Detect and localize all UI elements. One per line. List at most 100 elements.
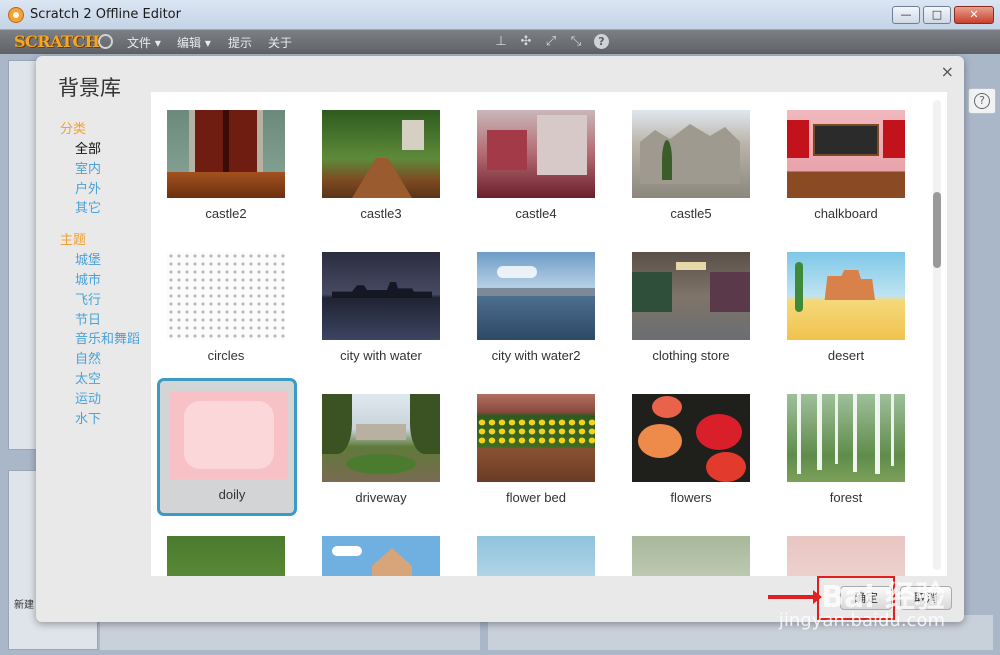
backdrop-tile-partial[interactable] (151, 520, 291, 576)
dialog-close-icon[interactable]: × (941, 62, 954, 81)
category-indoors[interactable]: 室内 (60, 158, 160, 178)
backdrop-thumbnail (167, 252, 285, 340)
backdrop-name: desert (827, 348, 865, 363)
backdrop-tile-flowers[interactable]: flowers (616, 378, 756, 516)
theme-flying[interactable]: 飞行 (60, 289, 160, 309)
theme-heading: 主题 (60, 233, 87, 249)
minimize-button[interactable]: — (892, 6, 920, 24)
window-title: Scratch 2 Offline Editor (30, 7, 181, 22)
backdrop-name: city with water (340, 348, 422, 363)
backdrop-tile-driveway[interactable]: driveway (306, 378, 446, 516)
shrink-icon[interactable]: ⤡ (568, 34, 584, 50)
backdrop-name: forest (829, 490, 863, 505)
backdrop-thumbnail (787, 252, 905, 340)
backdrop-name: circles (207, 348, 245, 363)
backdrop-thumbnail (787, 110, 905, 198)
grow-icon[interactable]: ⤢ (543, 34, 559, 50)
stamp-icon[interactable]: ⊥ (493, 34, 509, 50)
backdrop-tile-partial[interactable] (616, 520, 756, 576)
backdrop-name: castle5 (670, 206, 712, 221)
grid-scrollbar[interactable] (933, 100, 941, 570)
theme-nature[interactable]: 自然 (60, 348, 160, 368)
side-help-button[interactable]: ? (968, 88, 996, 114)
backdrop-tile-castle2[interactable]: castle2 (151, 94, 291, 232)
backdrop-tile-partial[interactable] (461, 520, 601, 576)
backdrop-tile-circles[interactable]: circles (151, 236, 291, 374)
menu-edit[interactable]: 编辑 ▾ (177, 34, 211, 51)
dialog-title: 背景库 (58, 76, 121, 100)
category-heading: 分类 (60, 122, 87, 137)
help-icon[interactable]: ? (594, 34, 609, 49)
theme-castle[interactable]: 城堡 (60, 249, 160, 269)
backdrop-name: castle4 (515, 206, 557, 221)
backdrop-thumbnail (632, 394, 750, 482)
scratch-menubar: SCRATCH 文件 ▾ 编辑 ▾ 提示 关于 ⊥ ✣ ⤢ ⤡ ? (0, 30, 1000, 54)
backdrop-grid[interactable]: castle2 castle3 castle4 castle5 chalkboa… (151, 92, 947, 576)
maximize-button[interactable]: □ (923, 6, 951, 24)
backdrop-tile-forest[interactable]: forest (771, 378, 911, 516)
backdrop-name: castle3 (360, 206, 402, 221)
backdrop-tile-doily[interactable]: doily (157, 378, 297, 516)
category-outdoors[interactable]: 户外 (60, 178, 160, 198)
backdrop-name: flowers (670, 490, 712, 505)
backdrop-tile-partial[interactable] (306, 520, 446, 576)
theme-city[interactable]: 城市 (60, 269, 160, 289)
backdrop-tile-chalkboard[interactable]: chalkboard (771, 94, 911, 232)
backdrop-tile-city-with-water[interactable]: city with water (306, 236, 446, 374)
theme-music-dance[interactable]: 音乐和舞蹈 (60, 328, 160, 348)
backdrop-thumbnail (322, 252, 440, 340)
language-globe-icon[interactable] (98, 34, 113, 49)
backdrop-name: clothing store (652, 348, 730, 363)
backdrop-name: castle2 (205, 206, 247, 221)
backdrop-name: doily (218, 487, 246, 502)
backdrop-tile-desert[interactable]: desert (771, 236, 911, 374)
backdrop-tile-castle3[interactable]: castle3 (306, 94, 446, 232)
backdrop-thumbnail (787, 536, 905, 576)
backdrop-thumbnail (322, 536, 440, 576)
backdrop-name: city with water2 (491, 348, 581, 363)
window-titlebar: Scratch 2 Offline Editor — □ ✕ (0, 0, 1000, 30)
category-all[interactable]: 全部 (60, 138, 160, 158)
backdrop-name: chalkboard (814, 206, 878, 221)
category-other[interactable]: 其它 (60, 197, 160, 217)
theme-underwater[interactable]: 水下 (60, 408, 160, 428)
scratch-cat-icon (8, 7, 24, 23)
backdrop-name: flower bed (506, 490, 566, 505)
backdrop-thumbnail (170, 391, 288, 479)
backdrop-tile-flower-bed[interactable]: flower bed (461, 378, 601, 516)
backdrop-thumbnail (322, 110, 440, 198)
theme-space[interactable]: 太空 (60, 368, 160, 388)
watermark-url: jingyan.baidu.com (778, 610, 945, 631)
backdrop-thumbnail (632, 252, 750, 340)
theme-sports[interactable]: 运动 (60, 388, 160, 408)
backdrop-thumbnail (477, 394, 595, 482)
scratch-logo[interactable]: SCRATCH (14, 32, 100, 51)
new-backdrop-label: 新建 (14, 600, 34, 611)
backdrop-thumbnail (322, 394, 440, 482)
menu-about[interactable]: 关于 (268, 34, 292, 51)
backdrop-thumbnail (477, 252, 595, 340)
help-icon: ? (974, 93, 990, 109)
theme-holiday[interactable]: 节日 (60, 309, 160, 329)
backdrop-thumbnail (477, 110, 595, 198)
scrollbar-thumb[interactable] (933, 192, 941, 268)
annotation-arrow (768, 590, 822, 604)
window-controls: — □ ✕ (892, 6, 994, 24)
menu-file[interactable]: 文件 ▾ (127, 34, 161, 51)
backdrop-tile-clothing-store[interactable]: clothing store (616, 236, 756, 374)
backdrop-library-dialog: 背景库 × 分类 全部 室内 户外 其它 主题 城堡 城市 飞行 节日 音乐和舞… (36, 56, 964, 622)
backdrop-thumbnail (167, 536, 285, 576)
backdrop-thumbnail (632, 110, 750, 198)
close-window-button[interactable]: ✕ (954, 6, 994, 24)
category-sidebar: 分类 全部 室内 户外 其它 主题 城堡 城市 飞行 节日 音乐和舞蹈 自然 太… (60, 118, 160, 427)
backdrop-tile-castle4[interactable]: castle4 (461, 94, 601, 232)
cut-icon[interactable]: ✣ (518, 34, 534, 50)
backdrop-thumbnail (787, 394, 905, 482)
backdrop-tile-partial[interactable] (771, 520, 911, 576)
backdrop-name: driveway (355, 490, 407, 505)
backdrop-thumbnail (477, 536, 595, 576)
backdrop-thumbnail (632, 536, 750, 576)
menu-tips[interactable]: 提示 (228, 34, 252, 51)
backdrop-tile-castle5[interactable]: castle5 (616, 94, 756, 232)
backdrop-tile-city-with-water2[interactable]: city with water2 (461, 236, 601, 374)
